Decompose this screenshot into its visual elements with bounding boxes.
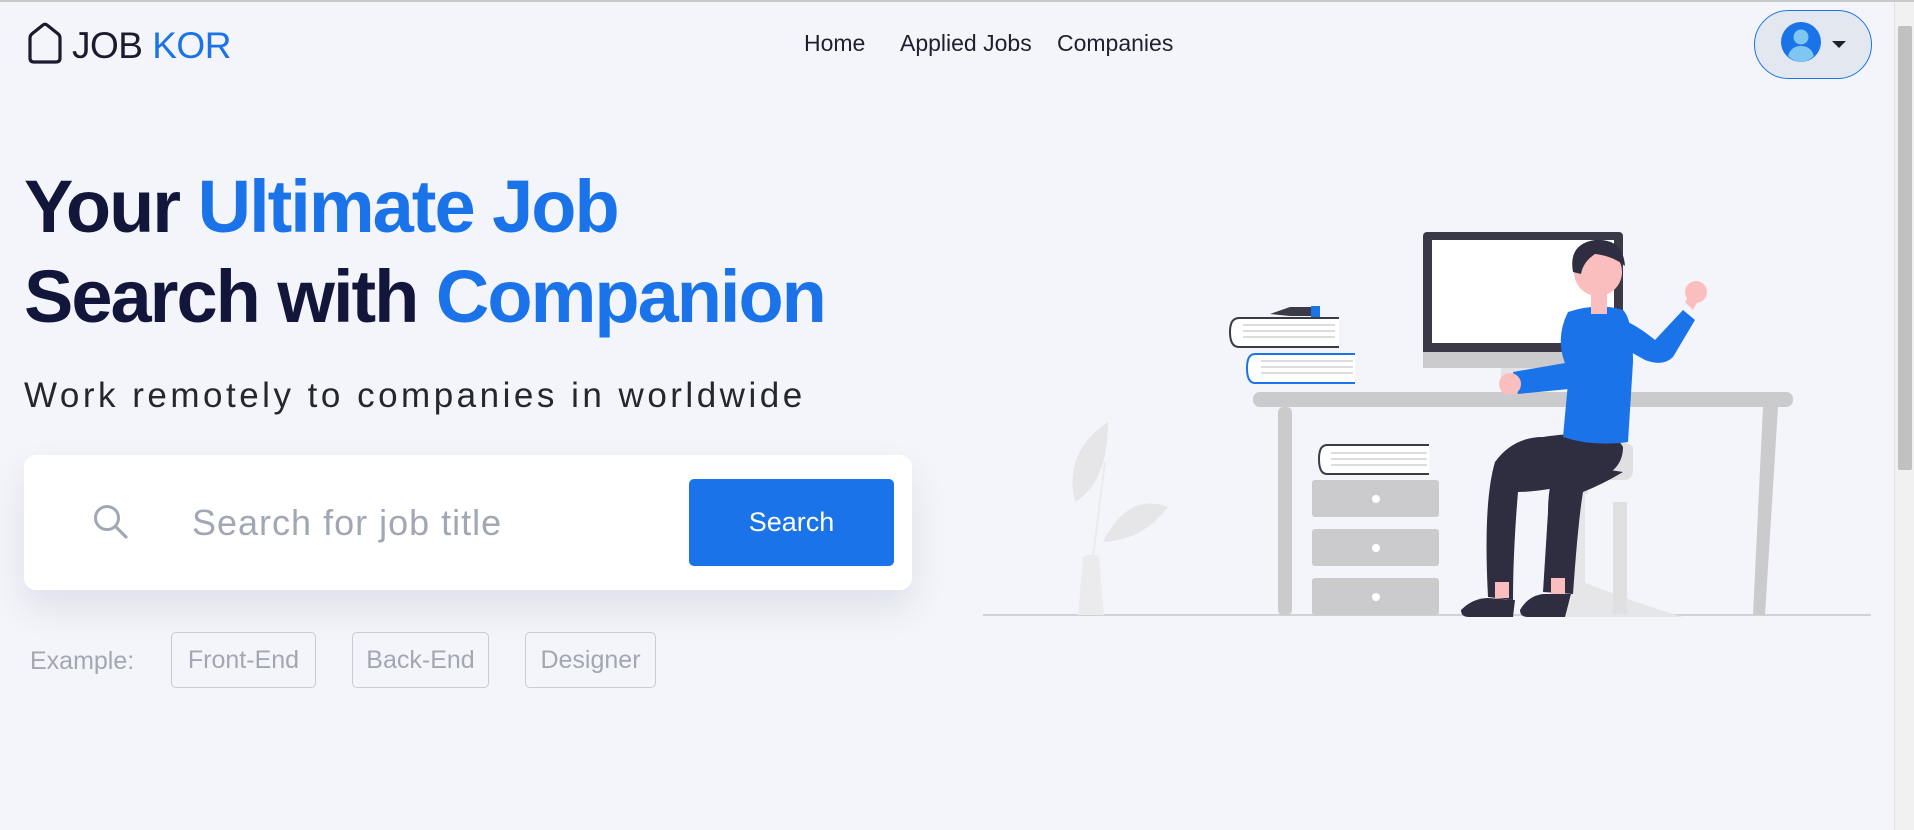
hero-line2-b: Companion (435, 255, 827, 338)
nav-home-link[interactable]: Home (804, 30, 865, 57)
hero-line1-b: Ultimate Job (197, 165, 620, 248)
user-avatar-icon (1780, 21, 1822, 68)
profile-menu-button[interactable] (1754, 10, 1872, 79)
brand-name-part2: KOR (152, 24, 231, 66)
search-icon (92, 503, 130, 546)
caret-down-icon (1832, 41, 1846, 48)
search-input[interactable] (192, 491, 662, 555)
example-label: Example: (30, 647, 135, 675)
brand-name: JOB KOR (72, 25, 231, 67)
search-card: Search (24, 455, 912, 590)
hero-subtitle: Work remotely to companies in worldwide (24, 376, 806, 415)
brand-logo[interactable]: JOB KOR (26, 22, 231, 69)
hero-illustration (983, 222, 1873, 627)
hero-line1-a: Your (24, 165, 181, 248)
nav-applied-jobs-link[interactable]: Applied Jobs (900, 30, 1032, 57)
example-tag-front-end[interactable]: Front-End (171, 632, 316, 688)
example-tag-back-end[interactable]: Back-End (352, 632, 489, 688)
nav-companies-link[interactable]: Companies (1057, 30, 1173, 57)
hero-title: Your Ultimate Job Search with Companion (24, 162, 827, 342)
example-tag-designer[interactable]: Designer (525, 632, 656, 688)
scrollbar-thumb[interactable] (1898, 26, 1912, 470)
hero-line2-a: Search with (24, 255, 419, 338)
house-icon (26, 22, 64, 69)
search-button[interactable]: Search (689, 479, 894, 566)
page-scrollbar[interactable] (1894, 2, 1914, 830)
top-navbar: JOB KOR Home Applied Jobs Companies (0, 2, 1872, 90)
brand-name-part1: JOB (72, 24, 143, 66)
